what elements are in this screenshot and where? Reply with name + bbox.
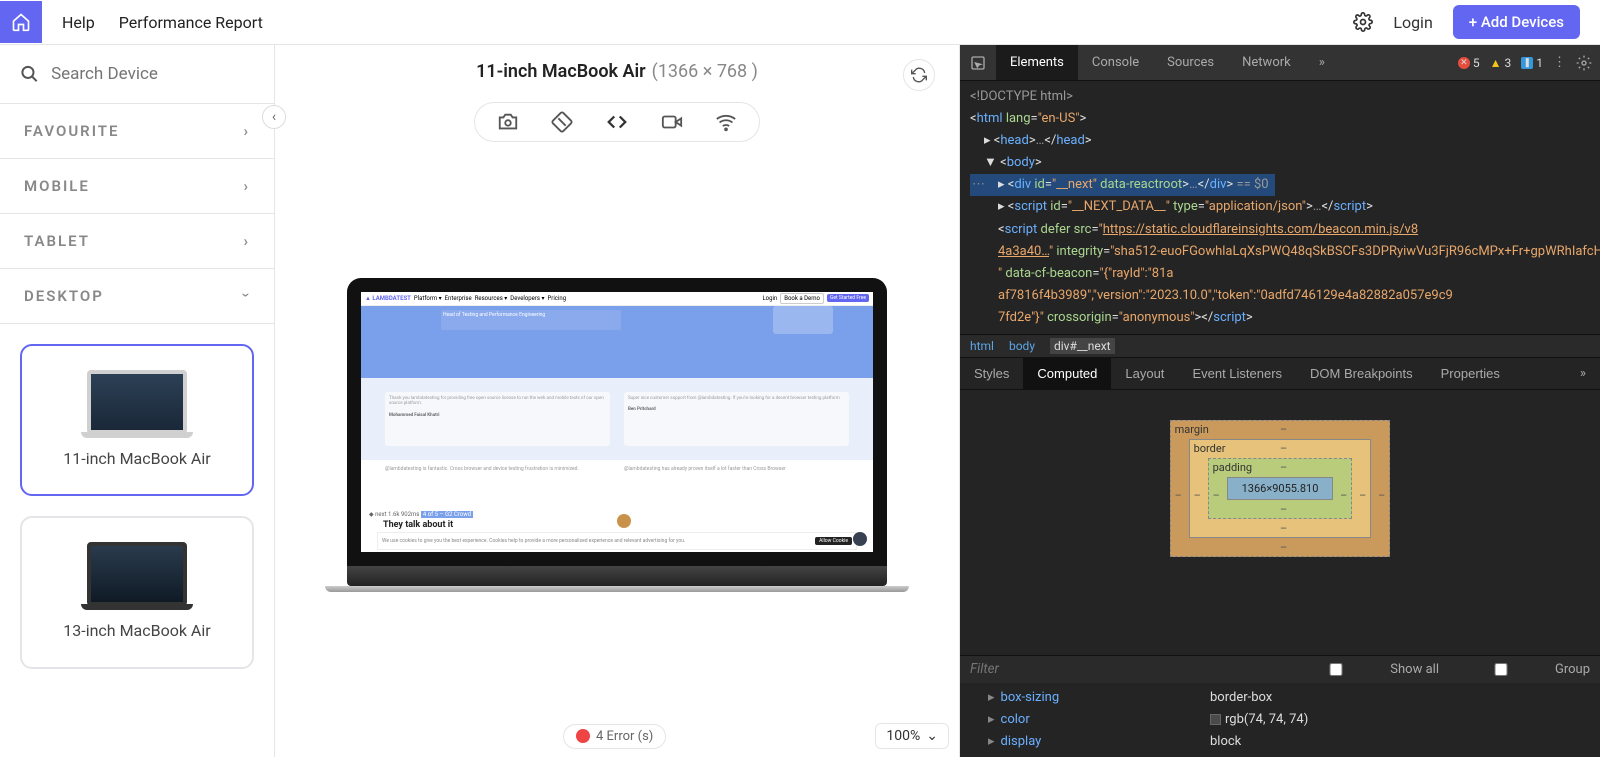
sidebar: ‹ FAVOURITE › MOBILE › TABLET › DESKTOP … [0, 45, 275, 757]
dom-tree[interactable]: <!DOCTYPE html> <html lang="en-US"> ▸ <h… [960, 81, 1600, 334]
tab-elements[interactable]: Elements [996, 45, 1078, 80]
dom-breadcrumb[interactable]: html body div#__next [960, 334, 1600, 358]
nav-performance-report[interactable]: Performance Report [119, 13, 263, 32]
warning-badge[interactable]: ▲3 [1490, 56, 1512, 70]
category-label: MOBILE [24, 177, 90, 195]
chevron-down-icon: › [238, 293, 256, 300]
home-button[interactable] [0, 1, 42, 43]
devtools-settings-icon[interactable] [1576, 55, 1592, 71]
code-icon[interactable] [605, 111, 629, 133]
group-checkbox[interactable]: Group [1451, 662, 1590, 677]
category-tablet[interactable]: TABLET › [0, 214, 274, 269]
tab-more[interactable]: » [1305, 45, 1339, 80]
video-icon[interactable] [661, 111, 683, 133]
tab-layout[interactable]: Layout [1111, 358, 1178, 389]
category-favourite[interactable]: FAVOURITE › [0, 104, 274, 159]
tab-network[interactable]: Network [1228, 45, 1305, 80]
search-input[interactable] [51, 64, 254, 84]
category-desktop[interactable]: DESKTOP › [0, 269, 274, 324]
settings-icon[interactable] [1353, 12, 1373, 32]
mock-heading: They talk about it [383, 520, 453, 530]
category-label: TABLET [24, 232, 90, 250]
category-mobile[interactable]: MOBILE › [0, 159, 274, 214]
tab-computed[interactable]: Computed [1023, 358, 1111, 389]
add-devices-button[interactable]: + Add Devices [1453, 5, 1580, 39]
chevron-right-icon: › [243, 177, 250, 195]
filter-input[interactable] [970, 662, 1147, 677]
computed-properties[interactable]: box-sizingborder-box colorrgb(74, 74, 74… [960, 683, 1600, 757]
tab-console[interactable]: Console [1078, 45, 1153, 80]
device-mockup: ▲ LAMBDATESTPlatform ▾EnterpriseResource… [347, 278, 887, 592]
screenshot-icon[interactable] [497, 111, 519, 133]
devtools-menu-icon[interactable]: ⋮ [1553, 55, 1566, 70]
device-thumbnail [87, 370, 187, 434]
tab-styles[interactable]: Styles [960, 358, 1023, 389]
preview-title: 11-inch MacBook Air [476, 61, 646, 82]
element-picker-icon[interactable] [960, 55, 996, 71]
collapse-sidebar-button[interactable]: ‹ [262, 105, 286, 129]
style-tabs-more[interactable]: » [1566, 358, 1600, 389]
rendered-page[interactable]: ▲ LAMBDATESTPlatform ▾EnterpriseResource… [361, 292, 873, 552]
box-model[interactable]: margin –– –– border –– –– padding –– –– … [960, 390, 1600, 655]
preview-toolbar [474, 102, 760, 142]
category-label: DESKTOP [24, 287, 104, 305]
devtools-panel: Elements Console Sources Network » ✕5 ▲3… [960, 45, 1600, 757]
preview-dimensions: (1366 × 768 ) [652, 61, 758, 82]
zoom-select[interactable]: 100% ⌄ [875, 723, 949, 749]
error-count: 4 Error (s) [596, 729, 653, 744]
reload-button[interactable] [903, 59, 935, 91]
box-model-content: 1366×9055.810 [1227, 477, 1334, 500]
device-label: 11-inch MacBook Air [63, 448, 210, 470]
device-thumbnail [87, 542, 187, 606]
nav-help[interactable]: Help [62, 13, 95, 32]
zoom-value: 100% [886, 728, 920, 744]
show-all-checkbox[interactable]: Show all [1286, 662, 1439, 677]
login-link[interactable]: Login [1393, 13, 1432, 32]
error-badge[interactable]: ✕5 [1458, 56, 1480, 70]
chevron-down-icon: ⌄ [926, 728, 938, 744]
category-label: FAVOURITE [24, 122, 119, 140]
preview-pane: 11-inch MacBook Air (1366 × 768 ) ▲ LAMB… [275, 45, 960, 757]
info-badge[interactable]: ❚1 [1521, 56, 1543, 70]
error-dot-icon [576, 729, 590, 743]
rotate-icon[interactable] [551, 111, 573, 133]
chevron-right-icon: › [243, 232, 250, 250]
search-icon [20, 63, 39, 85]
device-card[interactable]: 11-inch MacBook Air [20, 344, 254, 496]
error-pill[interactable]: 4 Error (s) [563, 724, 666, 749]
tab-properties[interactable]: Properties [1427, 358, 1514, 389]
wifi-icon[interactable] [715, 111, 737, 133]
chevron-right-icon: › [243, 122, 250, 140]
tab-sources[interactable]: Sources [1153, 45, 1228, 80]
device-card[interactable]: 13-inch MacBook Air [20, 516, 254, 668]
tab-dom-breakpoints[interactable]: DOM Breakpoints [1296, 358, 1427, 389]
tab-event-listeners[interactable]: Event Listeners [1178, 358, 1296, 389]
device-label: 13-inch MacBook Air [63, 620, 210, 642]
